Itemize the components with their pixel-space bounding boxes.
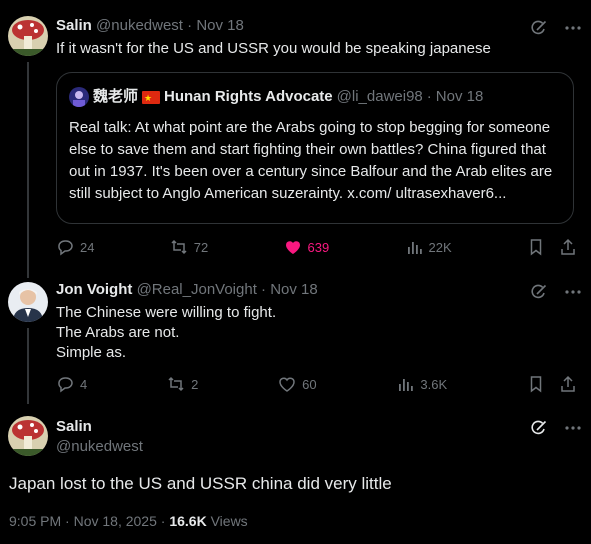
timestamp[interactable]: Nov 18 — [196, 17, 244, 34]
repost-count: 72 — [193, 239, 209, 255]
quote-handle[interactable]: @li_dawei98 — [337, 87, 423, 107]
thread-line — [27, 62, 29, 278]
quote-header: 魏老师 Hunan Rights Advocate @li_dawei98 · … — [69, 87, 484, 108]
end-actions — [527, 375, 577, 393]
tweet-top-icons — [530, 283, 582, 301]
china-flag-icon — [142, 88, 161, 108]
tweet-top-icons — [530, 419, 582, 437]
reply-count: 24 — [80, 239, 95, 255]
like-count: 639 — [307, 239, 330, 255]
heart-filled-icon — [285, 241, 300, 254]
quoted-tweet[interactable]: 魏老师 Hunan Rights Advocate @li_dawei98 · … — [56, 72, 574, 224]
like-count: 60 — [302, 376, 317, 392]
handle[interactable]: @Real_JonVoight — [137, 281, 257, 298]
tweet-header: Salin @nukedwest · Nov 18 — [56, 16, 244, 36]
more-icon[interactable] — [564, 419, 582, 437]
separator: · — [156, 513, 170, 529]
views-count: 22K — [428, 239, 452, 255]
tweet-text: Japan lost to the US and USSR china did … — [9, 474, 392, 493]
repost-button[interactable]: 2 — [167, 375, 198, 393]
bookmark-button[interactable] — [527, 238, 545, 256]
views-button[interactable]: 3.6K — [396, 375, 447, 393]
timestamp[interactable]: Nov 18 — [270, 281, 318, 298]
views-icon — [407, 242, 422, 254]
tweet-header: Jon Voight @Real_JonVoight · Nov 18 — [56, 280, 318, 300]
repost-icon — [168, 376, 184, 392]
thread-line — [27, 328, 29, 404]
tweet-line: The Chinese were willing to fight. — [56, 304, 277, 321]
reply-button[interactable]: 4 — [56, 375, 87, 393]
tweet-meta: 9:05 PM · Nov 18, 2025 · 16.6K Views — [9, 511, 248, 531]
like-button[interactable]: 60 — [278, 375, 317, 393]
quote-avatar[interactable] — [69, 87, 89, 107]
handle[interactable]: @nukedwest — [96, 17, 183, 34]
bookmark-icon — [530, 376, 542, 393]
repost-icon — [171, 239, 187, 255]
bookmark-button[interactable] — [527, 375, 545, 393]
reply-count: 4 — [80, 376, 88, 392]
display-name[interactable]: Salin — [56, 17, 92, 34]
tweet-text: If it wasn't for the US and USSR you wou… — [56, 40, 491, 57]
views-button[interactable]: 22K — [405, 238, 452, 256]
tweet-line: The Arabs are not. — [56, 324, 180, 341]
share-icon — [561, 375, 575, 392]
tweet-line: Simple as. — [56, 344, 127, 361]
tweet-actions: 24 72 639 22K — [56, 237, 577, 257]
end-actions — [527, 238, 577, 256]
repost-button[interactable]: 72 — [170, 238, 208, 256]
heart-icon — [279, 377, 295, 392]
reply-button[interactable]: 24 — [56, 238, 94, 256]
share-button[interactable] — [559, 375, 577, 393]
share-icon — [561, 238, 575, 255]
quote-timestamp[interactable]: Nov 18 — [436, 87, 484, 107]
grok-icon[interactable] — [530, 19, 548, 37]
views-count: 3.6K — [420, 376, 448, 392]
quote-display-name-suffix[interactable]: Hunan Rights Advocate — [164, 87, 333, 107]
reply-icon — [58, 240, 73, 256]
repost-count: 2 — [191, 376, 199, 392]
share-button[interactable] — [559, 238, 577, 256]
grok-icon[interactable] — [530, 283, 548, 301]
display-name[interactable]: Salin — [56, 417, 92, 437]
tweet-text: The Chinese were willing to fight. The A… — [56, 303, 556, 363]
separator: · — [182, 17, 197, 34]
tweet-top-icons — [530, 19, 582, 37]
bookmark-icon — [530, 239, 542, 256]
separator: · — [256, 281, 271, 298]
views-count: 16.6K — [169, 513, 207, 529]
tweet-actions: 4 2 60 3.6K — [56, 374, 577, 394]
avatar[interactable] — [8, 16, 48, 56]
post-time[interactable]: 9:05 PM — [9, 513, 61, 529]
grok-icon[interactable] — [530, 419, 548, 437]
post-date[interactable]: Nov 18, 2025 — [74, 513, 157, 529]
handle[interactable]: @nukedwest — [56, 437, 143, 457]
avatar[interactable] — [8, 416, 48, 456]
reply-icon — [58, 377, 73, 393]
display-name[interactable]: Jon Voight — [56, 281, 132, 298]
avatar[interactable] — [8, 282, 48, 322]
quote-display-name[interactable]: 魏老师 — [93, 87, 138, 107]
more-icon[interactable] — [564, 19, 582, 37]
like-button[interactable]: 639 — [284, 238, 330, 256]
quote-separator: · — [426, 88, 432, 105]
more-icon[interactable] — [564, 283, 582, 301]
separator: · — [61, 513, 74, 529]
quote-text: Real talk: At what point are the Arabs g… — [69, 119, 553, 202]
views-icon — [399, 379, 414, 391]
views-label: Views — [206, 513, 248, 529]
